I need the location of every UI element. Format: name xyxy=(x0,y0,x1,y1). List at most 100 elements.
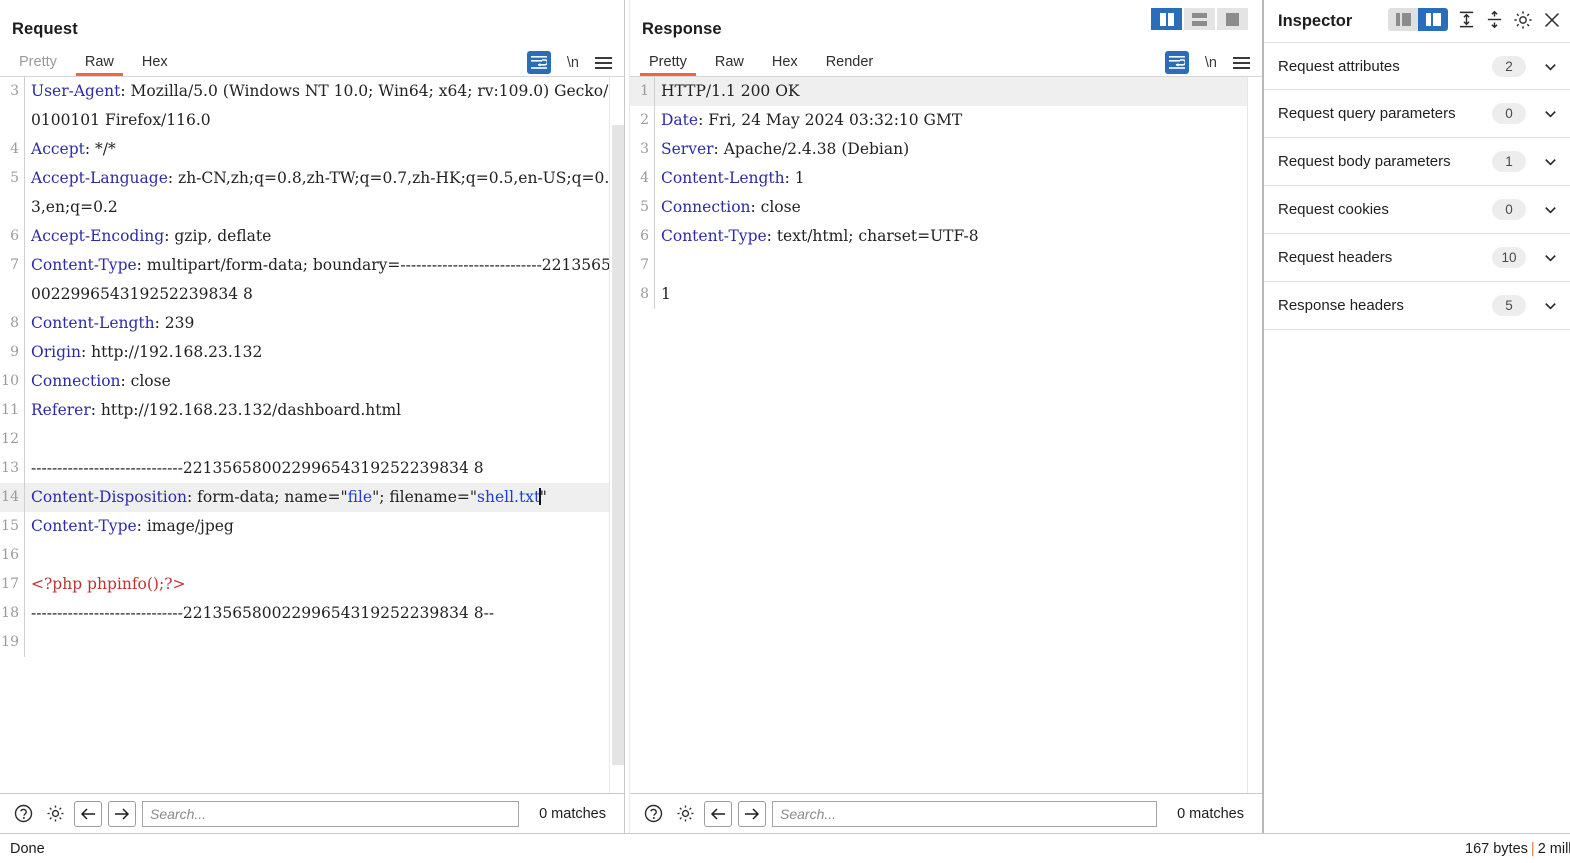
inspector-panel: Inspector Request attributes 2 Request q… xyxy=(1264,0,1570,833)
request-tab-raw[interactable]: Raw xyxy=(75,54,123,76)
text-span: : 239 xyxy=(154,314,195,332)
inspector-section-count: 10 xyxy=(1492,247,1526,268)
newline-toggle-icon[interactable]: \n xyxy=(567,55,579,71)
chevron-down-icon[interactable] xyxy=(1542,58,1558,74)
line-number: 14 xyxy=(1,489,19,505)
search-next-button[interactable] xyxy=(738,800,766,827)
request-search-bar: 0 matches xyxy=(0,793,624,833)
layout-toggle-group xyxy=(1151,8,1248,30)
help-icon[interactable] xyxy=(10,801,36,827)
close-icon[interactable] xyxy=(1542,10,1562,30)
line-text: Connection: close xyxy=(25,367,624,396)
line-text: Origin: http://192.168.23.132 xyxy=(25,338,624,367)
request-vertical-scrollbar[interactable] xyxy=(609,77,624,793)
inspector-section-request-cookies[interactable]: Request cookies 0 xyxy=(1264,186,1570,234)
chevron-down-icon[interactable] xyxy=(1542,298,1558,314)
request-editor-tools: \n xyxy=(526,51,612,74)
chevron-down-icon[interactable] xyxy=(1542,250,1558,266)
gear-icon[interactable] xyxy=(42,801,68,827)
request-search-input[interactable] xyxy=(142,800,520,827)
collapse-all-icon[interactable] xyxy=(1485,10,1504,29)
hamburger-menu-icon[interactable] xyxy=(595,55,612,71)
inspector-section-count: 0 xyxy=(1492,103,1526,124)
request-line: 15 Content-Type: image/jpeg xyxy=(0,512,624,541)
search-prev-button[interactable] xyxy=(704,800,732,827)
request-line: 9 Origin: http://192.168.23.132 xyxy=(0,338,624,367)
request-line: 16 xyxy=(0,541,624,570)
text-span: : http://192.168.23.132/dashboard.html xyxy=(90,401,402,419)
header-name: Connection xyxy=(31,372,121,390)
word-wrap-icon[interactable] xyxy=(1164,51,1189,74)
request-line: 13 -----------------------------221356580… xyxy=(0,454,624,483)
inspector-section-request-headers[interactable]: Request headers 10 xyxy=(1264,234,1570,282)
inspector-section-label: Response headers xyxy=(1278,297,1404,314)
gear-icon[interactable] xyxy=(1513,10,1533,30)
gutter-rule xyxy=(24,541,25,570)
line-number: 19 xyxy=(1,634,19,650)
inspector-section-request-body-parameters[interactable]: Request body parameters 1 xyxy=(1264,138,1570,186)
request-tab-hex[interactable]: Hex xyxy=(133,54,177,76)
response-search-input[interactable] xyxy=(772,800,1158,827)
inspector-section-request-query-parameters[interactable]: Request query parameters 0 xyxy=(1264,90,1570,138)
text-span: : 1 xyxy=(784,169,805,187)
response-vertical-scrollbar[interactable] xyxy=(1247,77,1262,793)
request-line: 18 -----------------------------221356580… xyxy=(0,599,624,628)
search-next-button[interactable] xyxy=(108,800,136,827)
line-number: 8 xyxy=(10,315,19,331)
header-name: Content-Length xyxy=(31,314,155,332)
inspector-collapse-view-button[interactable] xyxy=(1388,8,1418,31)
inspector-section-count: 0 xyxy=(1492,199,1526,220)
line-text: Content-Type: text/html; charset=UTF-8 xyxy=(655,222,1262,251)
search-prev-button[interactable] xyxy=(74,800,102,827)
text-span: " xyxy=(539,488,547,506)
layout-stacked-button[interactable] xyxy=(1184,8,1215,30)
request-tab-pretty[interactable]: Pretty xyxy=(10,54,66,76)
header-name: Content-Type xyxy=(31,256,137,274)
inspector-expand-view-button[interactable] xyxy=(1418,8,1448,31)
response-tab-render[interactable]: Render xyxy=(817,54,883,76)
response-tab-raw[interactable]: Raw xyxy=(706,54,753,76)
inspector-section-label: Request cookies xyxy=(1278,201,1389,218)
line-text: Connection: close xyxy=(655,193,1262,222)
layout-single-button[interactable] xyxy=(1217,8,1248,30)
request-editor[interactable]: 3 User-Agent: Mozilla/5.0 (Windows NT 10.… xyxy=(0,76,624,793)
inspector-section-request-attributes[interactable]: Request attributes 2 xyxy=(1264,42,1570,90)
chevron-down-icon[interactable] xyxy=(1542,154,1558,170)
response-line: 5 Connection: close xyxy=(630,193,1262,222)
header-name: User-Agent xyxy=(31,82,121,100)
response-tab-pretty[interactable]: Pretty xyxy=(640,54,696,76)
line-text: User-Agent: Mozilla/5.0 (Windows NT 10.0… xyxy=(25,77,624,135)
chevron-down-icon[interactable] xyxy=(1542,106,1558,122)
narrow-panel-icon xyxy=(1395,13,1411,26)
request-line: 11 Referer: http://192.168.23.132/dashboa… xyxy=(0,396,624,425)
line-number: 12 xyxy=(1,431,19,447)
layout-side-by-side-button[interactable] xyxy=(1151,8,1182,30)
header-name: Origin xyxy=(31,343,81,361)
response-line: 6 Content-Type: text/html; charset=UTF-8 xyxy=(630,222,1262,251)
line-number: 9 xyxy=(10,344,19,360)
expand-all-icon[interactable] xyxy=(1457,10,1476,29)
text-span: : gzip, deflate xyxy=(164,227,272,245)
text-span: : close xyxy=(750,198,801,216)
request-scrollbar-thumb[interactable] xyxy=(612,125,624,765)
status-bar: Done 167 bytes|2 millis xyxy=(0,833,1570,863)
help-icon[interactable] xyxy=(640,801,666,827)
newline-toggle-icon[interactable]: \n xyxy=(1205,55,1217,71)
response-pane: Response Pretty Raw Hex Render \n 1 HTTP… xyxy=(630,0,1262,833)
stacked-icon xyxy=(1192,12,1207,26)
wide-panel-icon xyxy=(1425,13,1441,26)
response-tab-hex[interactable]: Hex xyxy=(763,54,807,76)
line-text: -----------------------------22135658002… xyxy=(25,454,624,483)
word-wrap-icon[interactable] xyxy=(526,51,551,74)
header-name: Date xyxy=(661,111,699,129)
header-name: Accept xyxy=(31,140,85,158)
chevron-down-icon[interactable] xyxy=(1542,202,1558,218)
line-text: 1 xyxy=(655,280,1262,309)
hamburger-menu-icon[interactable] xyxy=(1233,55,1250,71)
inspector-title: Inspector xyxy=(1278,11,1353,30)
inspector-section-response-headers[interactable]: Response headers 5 xyxy=(1264,282,1570,330)
text-span: : form-data; name=" xyxy=(187,488,348,506)
status-message: Done xyxy=(10,840,45,857)
response-editor[interactable]: 1 HTTP/1.1 200 OK 2 Date: Fri, 24 May 2024 … xyxy=(630,76,1262,793)
gear-icon[interactable] xyxy=(672,801,698,827)
